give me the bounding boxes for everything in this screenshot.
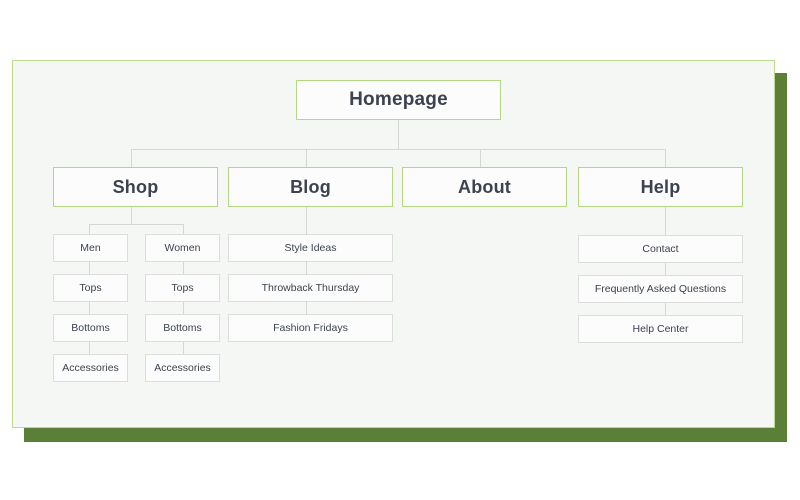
connector-to-shop (131, 149, 132, 167)
connector-level2-bar (131, 149, 665, 150)
node-blog-style-ideas-label: Style Ideas (284, 242, 337, 254)
node-men-accessories[interactable]: Accessories (53, 354, 128, 382)
connector-help-1 (665, 207, 666, 235)
connector-to-men (89, 224, 90, 234)
node-men-tops-label: Tops (79, 282, 102, 294)
connector-women-1 (183, 262, 184, 274)
node-about[interactable]: About (402, 167, 567, 207)
node-shop-label: Shop (112, 176, 159, 197)
node-help-faq[interactable]: Frequently Asked Questions (578, 275, 743, 303)
node-men-tops[interactable]: Tops (53, 274, 128, 302)
node-homepage-label: Homepage (349, 89, 448, 110)
node-women-bottoms[interactable]: Bottoms (145, 314, 220, 342)
connector-to-blog (306, 149, 307, 167)
node-help-contact[interactable]: Contact (578, 235, 743, 263)
connector-shop-bar (89, 224, 184, 225)
node-help-label: Help (640, 176, 681, 197)
node-shop[interactable]: Shop (53, 167, 218, 207)
connector-women-2 (183, 302, 184, 314)
node-women-tops[interactable]: Tops (145, 274, 220, 302)
node-blog-fashion-fridays-label: Fashion Fridays (273, 322, 348, 334)
connector-to-help (665, 149, 666, 167)
node-blog-fashion-fridays[interactable]: Fashion Fridays (228, 314, 393, 342)
connector-blog-2 (306, 262, 307, 274)
node-women-tops-label: Tops (171, 282, 194, 294)
connector-men-1 (89, 262, 90, 274)
node-help-contact-label: Contact (642, 243, 679, 255)
node-help-center[interactable]: Help Center (578, 315, 743, 343)
node-help[interactable]: Help (578, 167, 743, 207)
node-men-bottoms-label: Bottoms (71, 322, 110, 334)
node-men-accessories-label: Accessories (62, 362, 119, 374)
node-men-label: Men (80, 242, 101, 254)
node-blog-style-ideas[interactable]: Style Ideas (228, 234, 393, 262)
connector-root-stem (398, 120, 399, 149)
connector-to-about (480, 149, 481, 167)
connector-men-2 (89, 302, 90, 314)
node-about-label: About (458, 176, 511, 197)
connector-blog-3 (306, 302, 307, 314)
node-women-bottoms-label: Bottoms (163, 322, 202, 334)
connector-women-3 (183, 342, 184, 354)
node-help-faq-label: Frequently Asked Questions (594, 283, 727, 295)
node-women-label: Women (164, 242, 201, 254)
node-women-accessories[interactable]: Accessories (145, 354, 220, 382)
sitemap-canvas: Homepage Shop Blog About Help Men Tops B… (12, 60, 775, 428)
node-help-center-label: Help Center (632, 323, 689, 335)
connector-to-women (183, 224, 184, 234)
connector-blog-1 (306, 207, 307, 234)
node-women-accessories-label: Accessories (154, 362, 211, 374)
node-blog[interactable]: Blog (228, 167, 393, 207)
node-blog-throwback-thursday-label: Throwback Thursday (261, 282, 360, 294)
connector-men-3 (89, 342, 90, 354)
connector-shop-stem (131, 207, 132, 224)
node-men-bottoms[interactable]: Bottoms (53, 314, 128, 342)
node-women[interactable]: Women (145, 234, 220, 262)
connector-help-3 (665, 303, 666, 315)
node-blog-label: Blog (290, 176, 331, 197)
node-homepage[interactable]: Homepage (296, 80, 501, 120)
node-men[interactable]: Men (53, 234, 128, 262)
connector-help-2 (665, 263, 666, 275)
node-blog-throwback-thursday[interactable]: Throwback Thursday (228, 274, 393, 302)
